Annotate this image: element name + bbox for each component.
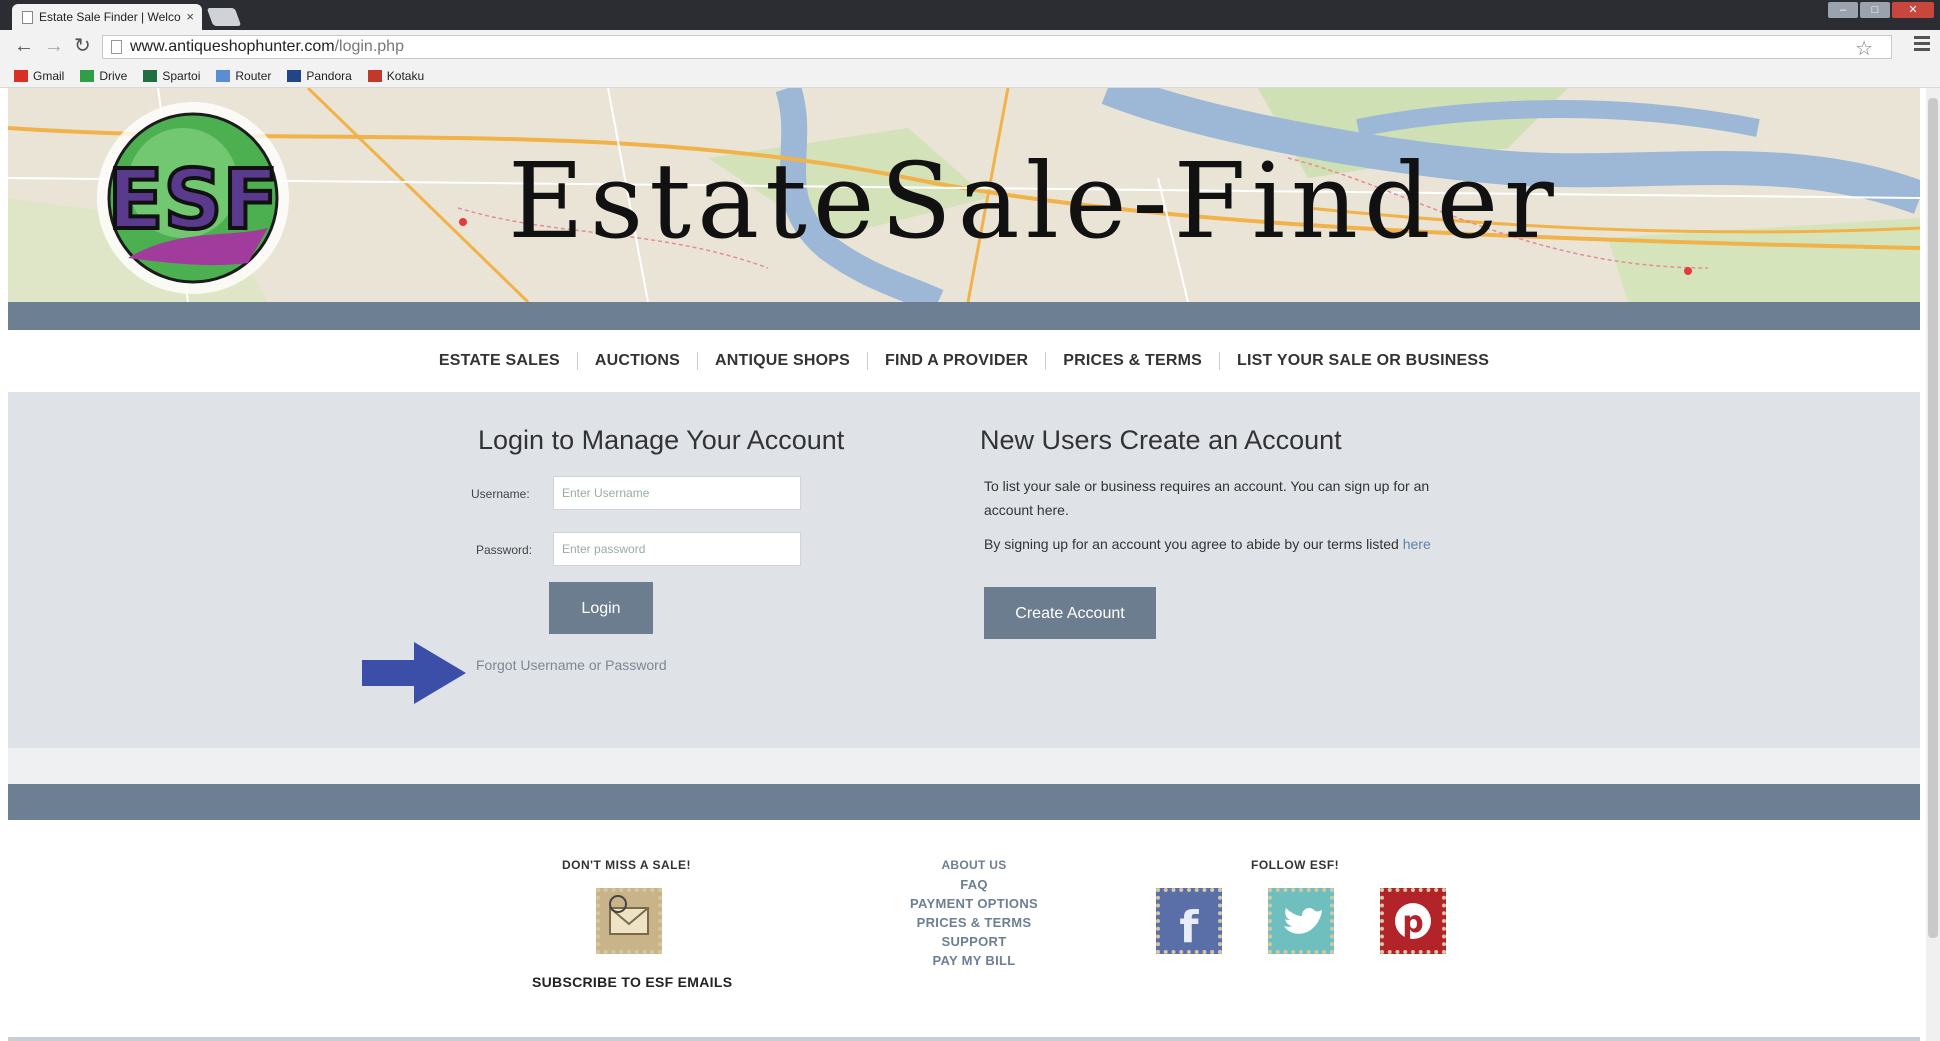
- spartoi-icon: [143, 69, 158, 82]
- divider-band: [8, 748, 1920, 784]
- nav-item-antique-shops[interactable]: ANTIQUE SHOPS: [698, 352, 869, 370]
- new-tab-button[interactable]: [206, 8, 242, 26]
- tab-close-icon[interactable]: ×: [186, 9, 194, 24]
- create-account-button[interactable]: Create Account: [984, 587, 1156, 639]
- footer-link-about-us[interactable]: ABOUT US: [884, 858, 1064, 872]
- drive-icon: [80, 69, 95, 82]
- nav-item-find-a-provider[interactable]: FIND A PROVIDER: [868, 352, 1047, 370]
- header-band: [8, 302, 1920, 330]
- page-icon: [111, 40, 122, 54]
- minimize-icon[interactable]: –: [1828, 2, 1858, 18]
- facebook-stamp[interactable]: f: [1156, 888, 1222, 954]
- url-host: www.antiqueshophunter.com: [130, 38, 335, 55]
- pinterest-icon: p: [1395, 903, 1431, 940]
- bookmark-label: Router: [235, 68, 272, 83]
- terms-notice: By signing up for an account you agree t…: [984, 532, 1544, 556]
- signup-description: To list your sale or business requires a…: [984, 478, 1430, 518]
- arrow-pointer-icon: [362, 642, 466, 704]
- browser-tabstrip: Estate Sale Finder | Welco × – □ ✕: [0, 0, 1940, 30]
- bookmarks-bar: Gmail Drive Spartoi Router Pandora Kotaku: [0, 64, 1940, 88]
- footer-bottom-line: [8, 1037, 1920, 1041]
- browser-menu-icon[interactable]: [1914, 36, 1930, 54]
- browser-toolbar: ← → ↻ www.antiqueshophunter.com/login.ph…: [0, 30, 1940, 64]
- nav-item-estate-sales[interactable]: ESTATE SALES: [422, 352, 578, 370]
- window-close-icon[interactable]: ✕: [1892, 2, 1934, 18]
- page-icon: [22, 10, 33, 24]
- username-label: Username:: [471, 487, 530, 501]
- footer-link-support[interactable]: SUPPORT: [884, 934, 1064, 949]
- terms-link[interactable]: here: [1403, 536, 1431, 552]
- forward-arrow-icon[interactable]: →: [44, 36, 64, 56]
- password-input[interactable]: [553, 532, 801, 566]
- pinterest-stamp[interactable]: p: [1380, 888, 1446, 954]
- reload-icon[interactable]: ↻: [74, 36, 91, 56]
- twitter-stamp[interactable]: [1268, 888, 1334, 954]
- footer-band: [8, 784, 1920, 820]
- login-button[interactable]: Login: [549, 582, 653, 634]
- pandora-icon: [287, 69, 302, 82]
- site-footer: DON'T MISS A SALE! SUBSCRIBE TO ESF EMAI…: [8, 820, 1920, 1041]
- envelope-icon: [609, 895, 649, 935]
- footer-link-payment-options[interactable]: PAYMENT OPTIONS: [884, 896, 1064, 911]
- page-scrollbar[interactable]: [1926, 88, 1940, 1041]
- scrollbar-thumb[interactable]: [1928, 98, 1938, 938]
- site-banner: ESF EstateSale-Finder: [8, 88, 1920, 302]
- bookmark-spartoi[interactable]: Spartoi: [143, 69, 200, 83]
- bookmark-label: Pandora: [306, 68, 352, 83]
- bookmark-kotaku[interactable]: Kotaku: [367, 68, 425, 83]
- terms-text: By signing up for an account you agree t…: [984, 536, 1399, 552]
- window-controls: – □ ✕: [1828, 2, 1934, 18]
- bookmark-label: Gmail: [33, 68, 65, 83]
- tab-title: Estate Sale Finder | Welco: [39, 10, 181, 24]
- forgot-credentials-link[interactable]: Forgot Username or Password: [476, 657, 667, 673]
- url-path: /login.php: [334, 38, 404, 55]
- bookmark-label: Drive: [99, 68, 128, 83]
- nav-item-auctions[interactable]: AUCTIONS: [578, 352, 698, 370]
- nav-item-prices-terms[interactable]: PRICES & TERMS: [1046, 352, 1221, 370]
- bookmark-router[interactable]: Router: [216, 69, 271, 83]
- username-input[interactable]: [553, 476, 801, 510]
- site-title[interactable]: EstateSale-Finder: [508, 140, 1560, 262]
- gmail-icon: [14, 69, 28, 82]
- bookmark-star-icon[interactable]: ☆: [1855, 36, 1873, 61]
- logo-text: ESF: [107, 153, 278, 248]
- login-heading: Login to Manage Your Account: [478, 425, 845, 455]
- password-label: Password:: [476, 543, 533, 557]
- nav-item-list-your-sale-or-business[interactable]: LIST YOUR SALE OR BUSINESS: [1220, 352, 1506, 370]
- browser-tab[interactable]: Estate Sale Finder | Welco ×: [12, 4, 202, 30]
- bookmark-drive[interactable]: Drive: [80, 69, 127, 83]
- footer-link-pay-my-bill[interactable]: PAY MY BILL: [884, 953, 1064, 968]
- main-navigation: ESTATE SALES AUCTIONS ANTIQUE SHOPS FIND A …: [8, 330, 1920, 392]
- maximize-icon[interactable]: □: [1860, 2, 1890, 18]
- bookmark-gmail[interactable]: Gmail: [14, 69, 64, 83]
- address-bar[interactable]: www.antiqueshophunter.com/login.php ☆: [102, 35, 1892, 61]
- footer-link-faq[interactable]: FAQ: [884, 877, 1064, 892]
- bookmark-pandora[interactable]: Pandora: [287, 68, 352, 83]
- bookmark-label: Spartoi: [162, 68, 201, 83]
- svg-text:f: f: [1179, 902, 1199, 950]
- kotaku-icon: [367, 69, 382, 82]
- facebook-icon: f: [1179, 902, 1199, 953]
- subscribe-link[interactable]: SUBSCRIBE TO ESF EMAILS: [532, 974, 732, 990]
- bookmark-label: Kotaku: [386, 68, 425, 83]
- web-page: ESF EstateSale-Finder ESTATE SALES AUCTIO…: [8, 88, 1920, 1041]
- new-users-heading: New Users Create an Account: [980, 425, 1342, 455]
- esf-logo[interactable]: ESF: [97, 102, 289, 294]
- footer-link-prices-terms[interactable]: PRICES & TERMS: [884, 915, 1064, 930]
- email-stamp[interactable]: [596, 888, 662, 954]
- account-content: Login to Manage Your Account Username: P…: [8, 392, 1920, 748]
- dont-miss-heading: DON'T MISS A SALE!: [562, 858, 691, 872]
- follow-heading: FOLLOW ESF!: [1251, 858, 1340, 872]
- svg-text:p: p: [1402, 905, 1423, 940]
- router-icon: [216, 69, 231, 82]
- back-arrow-icon[interactable]: ←: [14, 36, 34, 56]
- twitter-bird-icon: [1284, 908, 1322, 934]
